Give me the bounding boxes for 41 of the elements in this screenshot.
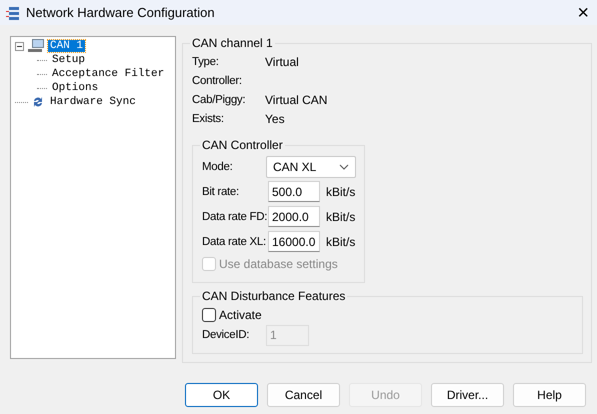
- info-value: Virtual: [265, 54, 299, 68]
- tree-item[interactable]: Acceptance Filter: [50, 68, 166, 80]
- info-value: Yes: [265, 112, 285, 126]
- collapse-toggle[interactable]: [15, 42, 24, 50]
- mode-dropdown[interactable]: CAN XL: [266, 156, 356, 178]
- rate-input[interactable]: 2000.0: [268, 206, 320, 227]
- checkbox-label: Use database settings: [219, 257, 338, 271]
- app-icon: [6, 6, 20, 20]
- info-label: Cab/Piggy:: [192, 94, 246, 106]
- info-label: Exists:: [192, 112, 225, 124]
- tree-item[interactable]: CAN 1: [48, 40, 86, 52]
- dialog-button[interactable]: Help: [513, 383, 586, 407]
- group-title: CAN channel 1: [191, 36, 274, 50]
- field-label: Mode:: [202, 160, 234, 172]
- chevron-icon: [339, 164, 349, 170]
- unit-label: kBit/s: [326, 234, 356, 248]
- rate-input[interactable]: 500.0: [268, 181, 320, 202]
- dialog-button[interactable]: OK: [185, 383, 258, 407]
- field-label: Data rate FD:: [202, 210, 266, 222]
- unit-label: kBit/s: [326, 210, 356, 224]
- dialog-button[interactable]: Driver...: [431, 383, 504, 407]
- tree-item[interactable]: Setup: [50, 54, 88, 66]
- sync-icon: [31, 95, 45, 109]
- field-label: Bit rate:: [202, 186, 240, 198]
- computer-icon: [27, 39, 45, 53]
- field-label: DeviceID:: [202, 329, 250, 341]
- window-title: Network Hardware Configuration: [26, 5, 216, 20]
- info-label: Type:: [192, 56, 220, 68]
- field-label: Data rate XL:: [202, 236, 266, 248]
- info-label: Controller:: [192, 74, 243, 86]
- unit-label: kBit/s: [326, 184, 356, 198]
- tree-item[interactable]: Hardware Sync: [48, 96, 138, 108]
- rate-input[interactable]: 16000.0: [268, 231, 320, 252]
- checkbox-label: Activate: [219, 308, 262, 322]
- tree-item[interactable]: Options: [50, 82, 100, 94]
- info-value: Virtual CAN: [265, 92, 328, 106]
- group-title: CAN Controller: [201, 138, 284, 152]
- dialog-button[interactable]: Cancel: [267, 383, 340, 407]
- close-button[interactable]: ×: [577, 2, 589, 22]
- group-title: CAN Disturbance Features: [201, 289, 346, 303]
- checkbox[interactable]: [202, 308, 216, 322]
